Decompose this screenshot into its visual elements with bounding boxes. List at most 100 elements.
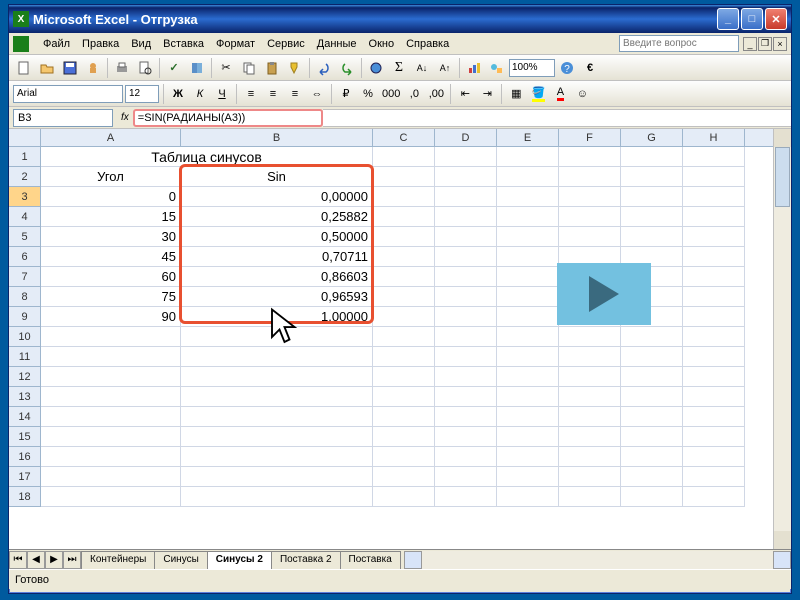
cell[interactable] [497,327,559,347]
cell[interactable] [373,147,435,167]
doc-minimize-button[interactable]: _ [743,37,757,51]
permission-icon[interactable] [82,57,104,79]
cell[interactable]: 0,25882 [181,207,373,227]
tab-nav-last-icon[interactable]: ⏭ [63,551,81,569]
row-header[interactable]: 14 [9,407,41,427]
cell[interactable] [181,407,373,427]
tab-nav-prev-icon[interactable]: ◀ [27,551,45,569]
cell[interactable] [181,467,373,487]
cut-icon[interactable]: ✂ [215,57,237,79]
formula-extend[interactable] [323,109,791,127]
cell[interactable] [559,327,621,347]
row-header[interactable]: 1 [9,147,41,167]
cell[interactable] [683,167,745,187]
cell[interactable] [683,207,745,227]
cell[interactable] [41,487,181,507]
cell[interactable] [373,167,435,187]
maximize-button[interactable]: □ [741,8,763,30]
cell[interactable] [373,267,435,287]
row-header[interactable]: 10 [9,327,41,347]
cell[interactable] [683,307,745,327]
formula-input[interactable]: =SIN(РАДИАНЫ(A3)) [133,109,323,127]
cell[interactable] [41,347,181,367]
row-header[interactable]: 4 [9,207,41,227]
cell[interactable] [559,167,621,187]
cell[interactable] [435,407,497,427]
italic-button[interactable]: К [190,84,210,104]
cell[interactable] [373,187,435,207]
cell[interactable] [497,447,559,467]
font-size-combobox[interactable]: 12 [125,85,159,103]
cell[interactable] [497,207,559,227]
row-header[interactable]: 11 [9,347,41,367]
cell[interactable]: 90 [41,307,181,327]
menu-file[interactable]: Файл [37,36,76,52]
hscroll-left-icon[interactable] [404,551,422,569]
cell[interactable] [435,447,497,467]
cell[interactable] [497,187,559,207]
cell[interactable] [435,207,497,227]
euro-icon[interactable]: € [579,57,601,79]
format-painter-icon[interactable] [284,57,306,79]
col-header-D[interactable]: D [435,129,497,146]
print-icon[interactable] [111,57,133,79]
cell[interactable] [559,427,621,447]
cell[interactable] [435,147,497,167]
cell[interactable] [435,387,497,407]
cell[interactable] [435,167,497,187]
row-header[interactable]: 16 [9,447,41,467]
cell[interactable]: 0,70711 [181,247,373,267]
cell[interactable]: 45 [41,247,181,267]
row-header[interactable]: 15 [9,427,41,447]
cell[interactable] [497,347,559,367]
cell[interactable] [497,387,559,407]
row-header[interactable]: 17 [9,467,41,487]
row-header[interactable]: 13 [9,387,41,407]
cell[interactable] [373,487,435,507]
col-header-C[interactable]: C [373,129,435,146]
align-center-icon[interactable]: ≡ [263,84,283,104]
cell[interactable] [683,187,745,207]
cell[interactable] [181,427,373,447]
cell[interactable] [621,187,683,207]
underline-button[interactable]: Ч [212,84,232,104]
cell[interactable] [181,447,373,467]
cell[interactable] [683,447,745,467]
cell[interactable] [41,387,181,407]
cell[interactable] [497,247,559,267]
cell[interactable] [559,347,621,367]
cell[interactable] [181,367,373,387]
research-icon[interactable] [186,57,208,79]
cell[interactable] [373,407,435,427]
worksheet-grid[interactable]: A B C D E F G H 1 Таблица синусов 2 Угол… [9,129,791,549]
cell[interactable] [373,347,435,367]
menu-data[interactable]: Данные [311,36,363,52]
cell[interactable] [621,167,683,187]
align-left-icon[interactable]: ≡ [241,84,261,104]
cell[interactable] [41,467,181,487]
drawing-icon[interactable] [486,57,508,79]
cell[interactable]: 75 [41,287,181,307]
hscroll-right-icon[interactable] [773,551,791,569]
sheet-tab[interactable]: Контейнеры [81,551,155,569]
row-header[interactable]: 7 [9,267,41,287]
cell[interactable] [683,147,745,167]
doc-restore-button[interactable]: ❐ [758,37,772,51]
col-header-G[interactable]: G [621,129,683,146]
fill-color-icon[interactable]: 🪣 [528,84,548,104]
doc-close-button[interactable]: × [773,37,787,51]
cell[interactable] [373,447,435,467]
cell-header-sin[interactable]: Sin [181,167,373,187]
cell[interactable] [559,447,621,467]
redo-icon[interactable] [336,57,358,79]
cell[interactable] [497,307,559,327]
cell[interactable] [559,367,621,387]
cell[interactable] [181,347,373,367]
undo-icon[interactable] [313,57,335,79]
cell[interactable] [621,347,683,367]
cell[interactable] [41,407,181,427]
help-question-input[interactable] [619,35,739,52]
comma-style-icon[interactable]: 000 [380,84,402,104]
cell[interactable] [683,267,745,287]
cell[interactable] [621,427,683,447]
